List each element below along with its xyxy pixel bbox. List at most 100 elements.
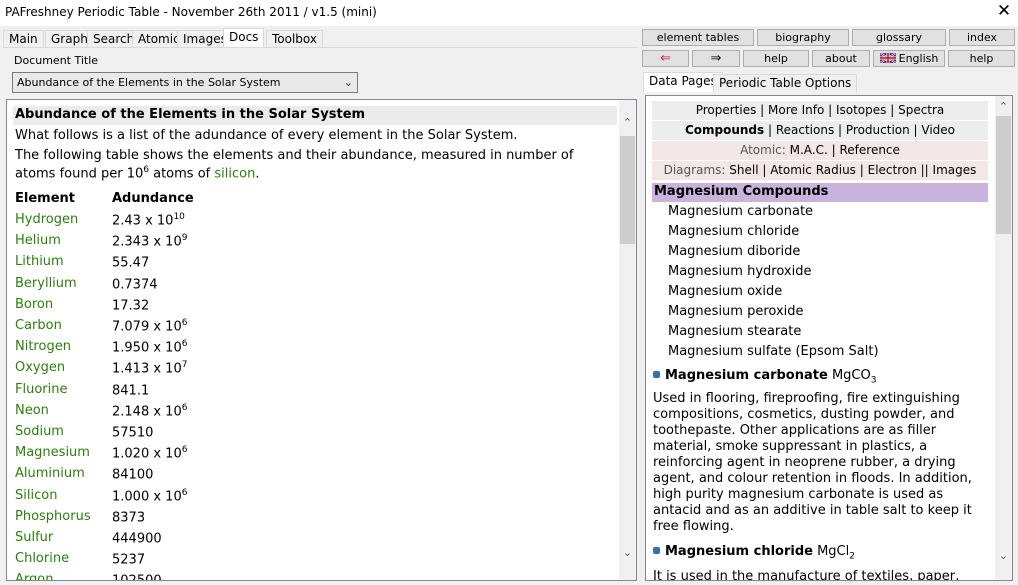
doc-title-label: Document Title: [14, 54, 99, 67]
abundance-value: 17.32: [112, 297, 149, 313]
element-link[interactable]: Lithium: [15, 254, 64, 269]
abundance-exponent: 6: [181, 318, 188, 328]
element-link[interactable]: Phosphorus: [15, 509, 91, 524]
compound-link[interactable]: Magnesium oxide: [668, 284, 782, 299]
compound-link[interactable]: Magnesium diboride: [668, 244, 800, 259]
nav-row-1: Properties | More Info | Isotopes | Spec…: [652, 101, 988, 120]
nav-video[interactable]: Video: [921, 123, 955, 137]
abundance-mantissa: 2.343 x 10: [112, 234, 182, 250]
scroll-thumb[interactable]: [620, 136, 635, 244]
doc-line3-end: .: [255, 166, 260, 182]
tab-docs[interactable]: Docs: [223, 28, 265, 48]
tab-main[interactable]: Main: [3, 30, 44, 48]
abundance-value: 7.079 x 106: [112, 318, 187, 334]
abundance-value: 1.020 x 106: [112, 445, 187, 461]
abundance-mantissa: 841.1: [112, 382, 150, 398]
doc-intro: What follows is a list of the adundance …: [15, 128, 518, 143]
scroll-thumb[interactable]: [996, 116, 1011, 234]
chloride-title: Magnesium chloride: [665, 544, 813, 559]
abundance-exponent: 7: [181, 360, 188, 371]
element-link[interactable]: Sodium: [15, 424, 64, 439]
element-link[interactable]: Argon: [15, 572, 53, 580]
abundance-exponent: 6: [181, 445, 188, 456]
forward-arrow-icon[interactable]: ⇒: [692, 50, 740, 67]
scroll-up-icon[interactable]: ⌃: [619, 114, 636, 131]
abundance-value: 1.413 x 107: [112, 360, 187, 376]
help-button[interactable]: help: [743, 50, 809, 67]
title-bar: PAFreshney Periodic Table - November 26t…: [0, 0, 1018, 26]
abundance-value: 841.1: [112, 382, 149, 398]
element-link[interactable]: Fluorine: [15, 382, 67, 397]
abundance-mantissa: 57510: [112, 425, 154, 441]
nav-atomic-radius[interactable]: Atomic Radius: [770, 163, 856, 177]
index-button[interactable]: index: [949, 29, 1015, 46]
nav-spectra[interactable]: Spectra: [898, 103, 944, 117]
help-button-2[interactable]: help: [948, 50, 1015, 67]
element-link[interactable]: Magnesium: [15, 445, 90, 460]
abundance-mantissa: 444900: [112, 531, 162, 547]
abundance-mantissa: 102500: [112, 574, 162, 580]
diagrams-label: Diagrams:: [663, 163, 726, 177]
abundance-value: 5237: [112, 551, 146, 568]
chloride-text: It is used in the manufacture of textile…: [653, 569, 960, 581]
element-link[interactable]: Beryllium: [15, 276, 77, 291]
element-link[interactable]: Aluminium: [15, 466, 85, 481]
element-tables-button[interactable]: element tables: [642, 29, 754, 46]
element-link[interactable]: Oxygen: [15, 360, 65, 375]
compound-link[interactable]: Magnesium sulfate (Epsom Salt): [668, 344, 879, 359]
nav-properties[interactable]: Properties: [696, 103, 757, 117]
glossary-button[interactable]: glossary: [852, 29, 946, 46]
nav-images[interactable]: Images: [933, 163, 977, 177]
silicon-link[interactable]: silicon: [214, 166, 255, 181]
scroll-down-icon[interactable]: ⌄: [619, 544, 636, 561]
abundance-mantissa: 2.43 x 10: [112, 213, 174, 229]
left-scrollbar[interactable]: ⌃ ⌄: [619, 100, 636, 580]
element-link[interactable]: Chlorine: [15, 551, 69, 566]
nav-electron[interactable]: Electron: [868, 163, 917, 177]
nav-isotopes[interactable]: Isotopes: [836, 103, 886, 117]
element-link[interactable]: Nitrogen: [15, 339, 71, 354]
abundance-value: 84100: [112, 466, 153, 483]
abundance-mantissa: 5237: [112, 552, 146, 568]
carbonate-text: Used in flooring, fireproofing, fire ext…: [653, 391, 972, 534]
right-scrollbar[interactable]: ⌃ ⌄: [995, 96, 1012, 580]
uk-flag-icon: [879, 52, 897, 64]
element-link[interactable]: Sulfur: [15, 530, 53, 545]
compound-link[interactable]: Magnesium carbonate: [668, 204, 813, 219]
element-link[interactable]: Boron: [15, 297, 53, 312]
nav-reference[interactable]: Reference: [839, 143, 899, 157]
about-button[interactable]: about: [812, 50, 870, 67]
nav-mac[interactable]: M.A.C.: [790, 143, 828, 157]
compound-link[interactable]: Magnesium hydroxide: [668, 264, 811, 279]
nav-reactions[interactable]: Reactions: [776, 123, 834, 137]
scroll-up-icon[interactable]: ⌃: [995, 98, 1012, 115]
compound-link[interactable]: Magnesium chloride: [668, 224, 799, 239]
biography-button[interactable]: biography: [757, 29, 849, 46]
element-link[interactable]: Silicon: [15, 488, 57, 503]
compound-link[interactable]: Magnesium peroxide: [668, 304, 804, 319]
abundance-exponent: 6: [181, 487, 188, 498]
language-button[interactable]: English: [873, 50, 945, 67]
scroll-down-icon[interactable]: ⌄: [995, 547, 1012, 564]
back-arrow-icon[interactable]: ⇐: [642, 50, 689, 67]
nav-compounds[interactable]: Compounds: [685, 123, 764, 137]
element-link[interactable]: Hydrogen: [15, 212, 78, 227]
abundance-value: 57510: [112, 424, 153, 440]
chloride-title-row: Magnesium chloride MgCl2: [653, 544, 989, 565]
nav-shell[interactable]: Shell: [729, 163, 758, 177]
element-link[interactable]: Helium: [15, 233, 61, 248]
nav-more-info[interactable]: More Info: [768, 103, 824, 117]
language-label: English: [898, 52, 939, 65]
tab-data-pages[interactable]: Data Pages: [643, 72, 723, 92]
tab-periodic-table-options[interactable]: Periodic Table Options: [713, 74, 858, 92]
element-link[interactable]: Carbon: [15, 318, 62, 333]
close-icon[interactable]: ✕: [994, 1, 1014, 21]
compound-link[interactable]: Magnesium stearate: [668, 324, 801, 339]
element-link[interactable]: Neon: [15, 403, 49, 418]
doc-title-select[interactable]: Abundance of the Elements in the Solar S…: [12, 72, 358, 93]
tab-toolbox[interactable]: Toolbox: [266, 30, 323, 48]
abundance-value: 1.950 x 106: [112, 339, 187, 355]
abundance-exponent: 10: [173, 212, 185, 222]
abundance-value: 2.148 x 106: [112, 403, 187, 419]
nav-production[interactable]: Production: [846, 123, 910, 137]
